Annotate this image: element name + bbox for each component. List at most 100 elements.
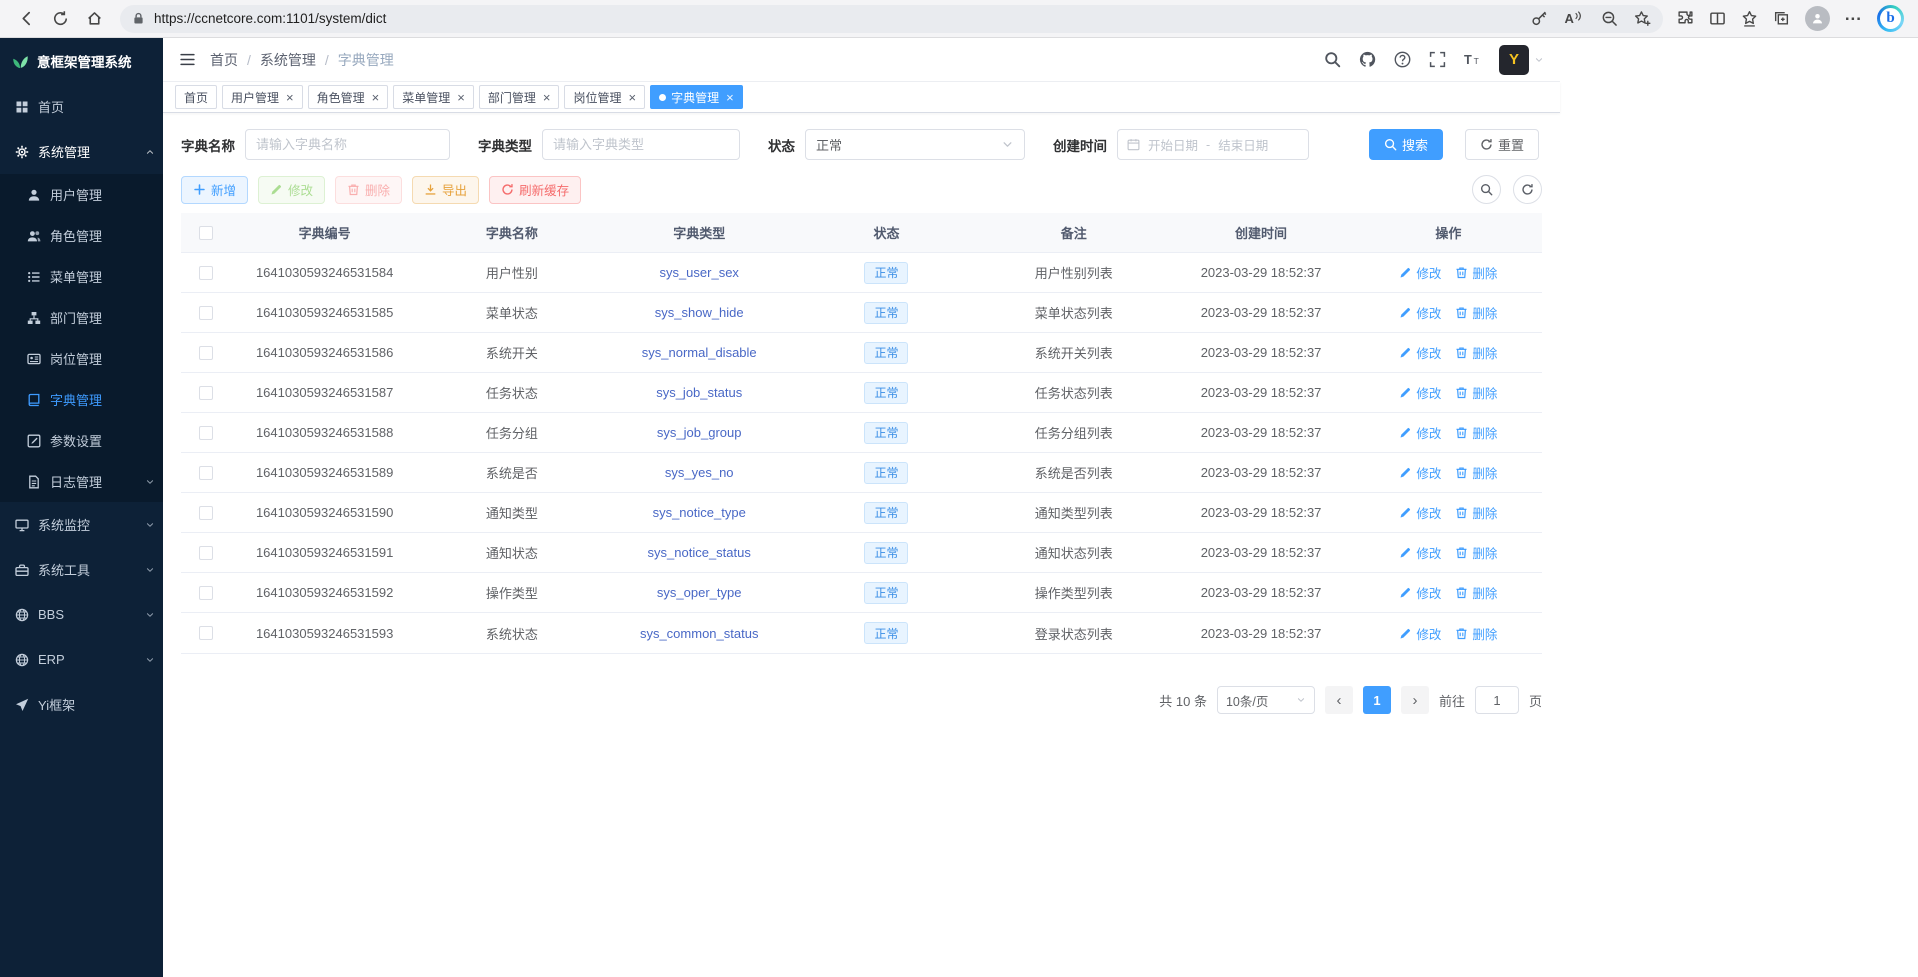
sidebar-item-log-management[interactable]: 日志管理: [0, 461, 163, 502]
row-delete-link[interactable]: 删除: [1455, 624, 1497, 643]
sidebar-item-system-monitor[interactable]: 系统监控: [0, 502, 163, 547]
reset-button[interactable]: 重置: [1465, 129, 1539, 160]
browser-profile-avatar[interactable]: [1805, 6, 1830, 31]
row-edit-link[interactable]: 修改: [1399, 463, 1441, 482]
sidebar-item-role-management[interactable]: 角色管理: [0, 215, 163, 256]
row-delete-link[interactable]: 删除: [1455, 263, 1497, 282]
row-edit-link[interactable]: 修改: [1399, 303, 1441, 322]
toggle-search-button[interactable]: [1472, 175, 1501, 204]
github-icon[interactable]: [1359, 51, 1376, 68]
row-checkbox[interactable]: [199, 266, 213, 280]
export-button[interactable]: 导出: [412, 176, 479, 204]
row-edit-link[interactable]: 修改: [1399, 383, 1441, 402]
row-checkbox[interactable]: [199, 306, 213, 320]
refresh-cache-button[interactable]: 刷新缓存: [489, 176, 581, 204]
dict-type-link[interactable]: sys_oper_type: [657, 585, 742, 600]
next-page-button[interactable]: ›: [1401, 686, 1429, 714]
row-edit-link[interactable]: 修改: [1399, 583, 1441, 602]
favorites-star-icon[interactable]: [1741, 10, 1758, 27]
sidebar-item-home[interactable]: 首页: [0, 84, 163, 129]
dict-type-link[interactable]: sys_user_sex: [659, 265, 738, 280]
row-edit-link[interactable]: 修改: [1399, 624, 1441, 643]
sidebar-item-erp[interactable]: ERP: [0, 637, 163, 682]
sidebar-collapse-icon[interactable]: [179, 51, 196, 68]
select-all-checkbox[interactable]: [199, 226, 213, 240]
dict-type-link[interactable]: sys_common_status: [640, 626, 759, 641]
sidebar-item-param-settings[interactable]: 参数设置: [0, 420, 163, 461]
row-checkbox[interactable]: [199, 506, 213, 520]
row-edit-link[interactable]: 修改: [1399, 263, 1441, 282]
dict-type-link[interactable]: sys_job_status: [656, 385, 742, 400]
breadcrumb-home[interactable]: 首页: [210, 50, 238, 70]
edit-button[interactable]: 修改: [258, 176, 325, 204]
row-checkbox[interactable]: [199, 426, 213, 440]
browser-home-button[interactable]: [78, 4, 110, 34]
tab[interactable]: 菜单管理 ×: [393, 85, 474, 109]
sidebar-item-user-management[interactable]: 用户管理: [0, 174, 163, 215]
tab[interactable]: 字典管理 ×: [650, 85, 743, 109]
prev-page-button[interactable]: ‹: [1325, 686, 1353, 714]
row-delete-link[interactable]: 删除: [1455, 343, 1497, 362]
row-checkbox[interactable]: [199, 626, 213, 640]
fullscreen-icon[interactable]: [1429, 51, 1446, 68]
tab[interactable]: 角色管理 ×: [308, 85, 389, 109]
row-edit-link[interactable]: 修改: [1399, 343, 1441, 362]
help-question-icon[interactable]: [1394, 51, 1411, 68]
password-key-icon[interactable]: [1531, 10, 1548, 27]
row-checkbox[interactable]: [199, 386, 213, 400]
row-edit-link[interactable]: 修改: [1399, 503, 1441, 522]
dict-type-link[interactable]: sys_notice_status: [648, 545, 751, 560]
date-range-picker[interactable]: 开始日期 - 结束日期: [1117, 129, 1309, 160]
tab-close-icon[interactable]: ×: [628, 91, 636, 104]
read-aloud-icon[interactable]: A: [1564, 11, 1584, 26]
dict-type-link[interactable]: sys_show_hide: [655, 305, 744, 320]
tab-close-icon[interactable]: ×: [543, 91, 551, 104]
sidebar-item-system-tools[interactable]: 系统工具: [0, 547, 163, 592]
extensions-puzzle-icon[interactable]: [1677, 10, 1694, 27]
split-screen-icon[interactable]: [1709, 10, 1726, 27]
dict-type-link[interactable]: sys_notice_type: [653, 505, 746, 520]
sidebar-item-menu-management[interactable]: 菜单管理: [0, 256, 163, 297]
sidebar-item-post-management[interactable]: 岗位管理: [0, 338, 163, 379]
dict-type-link[interactable]: sys_yes_no: [665, 465, 734, 480]
sidebar-item-bbs[interactable]: BBS: [0, 592, 163, 637]
page-size-select[interactable]: 10条/页: [1217, 686, 1315, 714]
dict-type-input[interactable]: [542, 129, 740, 160]
row-checkbox[interactable]: [199, 546, 213, 560]
browser-menu-ellipsis-icon[interactable]: ...: [1845, 10, 1862, 28]
row-delete-link[interactable]: 删除: [1455, 423, 1497, 442]
tab[interactable]: 岗位管理 ×: [564, 85, 645, 109]
row-delete-link[interactable]: 删除: [1455, 463, 1497, 482]
status-select[interactable]: 正常: [805, 129, 1025, 160]
tab[interactable]: 首页: [175, 85, 217, 109]
bing-discover-icon[interactable]: b: [1877, 5, 1904, 32]
sidebar-item-dict-management[interactable]: 字典管理: [0, 379, 163, 420]
search-button[interactable]: 搜索: [1369, 129, 1443, 160]
row-delete-link[interactable]: 删除: [1455, 503, 1497, 522]
tab-close-icon[interactable]: ×: [726, 91, 734, 104]
header-search-icon[interactable]: [1324, 51, 1341, 68]
dict-type-link[interactable]: sys_normal_disable: [642, 345, 757, 360]
row-delete-link[interactable]: 删除: [1455, 583, 1497, 602]
sidebar-item-yi-framework[interactable]: Yi框架: [0, 682, 163, 727]
dict-type-link[interactable]: sys_job_group: [657, 425, 742, 440]
browser-refresh-button[interactable]: [44, 4, 76, 34]
user-avatar[interactable]: Y: [1499, 45, 1544, 75]
tab-close-icon[interactable]: ×: [372, 91, 380, 104]
sidebar-item-system-management[interactable]: 系统管理: [0, 129, 163, 174]
row-checkbox[interactable]: [199, 346, 213, 360]
add-button[interactable]: 新增: [181, 176, 248, 204]
font-size-icon[interactable]: [1464, 51, 1481, 68]
delete-button[interactable]: 删除: [335, 176, 402, 204]
row-delete-link[interactable]: 删除: [1455, 303, 1497, 322]
refresh-table-button[interactable]: [1513, 175, 1542, 204]
row-edit-link[interactable]: 修改: [1399, 543, 1441, 562]
goto-page-input[interactable]: [1475, 686, 1519, 714]
row-checkbox[interactable]: [199, 466, 213, 480]
tab[interactable]: 用户管理 ×: [222, 85, 303, 109]
tab-close-icon[interactable]: ×: [286, 91, 294, 104]
breadcrumb-system[interactable]: 系统管理: [260, 50, 316, 70]
add-favorite-star-icon[interactable]: [1634, 10, 1651, 27]
tab-close-icon[interactable]: ×: [457, 91, 465, 104]
row-checkbox[interactable]: [199, 586, 213, 600]
